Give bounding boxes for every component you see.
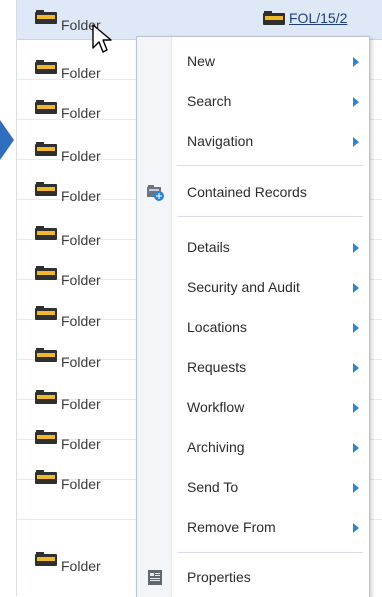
menu-item-locations[interactable]: Locations [137, 307, 369, 347]
table-row[interactable]: Folder FOL/15/2 [17, 0, 382, 40]
menu-item-security-and-audit[interactable]: Security and Audit [137, 267, 369, 307]
menu-item-send-to[interactable]: Send To [137, 467, 369, 507]
folder-icon [35, 226, 57, 240]
current-row-indicator-icon [0, 120, 14, 160]
menu-separator [177, 552, 363, 553]
submenu-arrow-icon [353, 243, 359, 253]
menu-item-contained-records[interactable]: Contained Records [137, 172, 369, 212]
menu-item-label: Archiving [187, 439, 245, 455]
submenu-arrow-icon [353, 137, 359, 147]
submenu-arrow-icon [353, 483, 359, 493]
submenu-arrow-icon [353, 97, 359, 107]
menu-item-navigation[interactable]: Navigation [137, 121, 369, 161]
menu-item-workflow[interactable]: Workflow [137, 387, 369, 427]
menu-item-label: Locations [187, 319, 247, 335]
folder-icon [35, 552, 57, 566]
menu-item-label: New [187, 53, 216, 69]
record-number-link[interactable]: FOL/15/2 [263, 10, 347, 26]
menu-item-search[interactable]: Search [137, 81, 369, 121]
folder-icon [35, 60, 57, 74]
menu-item-properties[interactable]: Properties [137, 557, 369, 597]
row-label: Folder [61, 105, 101, 121]
properties-icon [148, 570, 162, 585]
submenu-arrow-icon [353, 403, 359, 413]
submenu-arrow-icon [353, 523, 359, 533]
menu-item-label: Navigation [187, 133, 254, 149]
row-label: Folder [61, 558, 101, 574]
submenu-arrow-icon [353, 283, 359, 293]
folder-icon [35, 182, 57, 196]
folder-icon [35, 306, 57, 320]
submenu-arrow-icon [353, 57, 359, 67]
folder-icon [35, 100, 57, 114]
submenu-arrow-icon [353, 323, 359, 333]
row-label: Folder [61, 65, 101, 81]
menu-item-label: Properties [187, 569, 251, 585]
menu-separator [177, 216, 363, 217]
menu-item-label: Workflow [187, 399, 245, 415]
menu-item-label: Remove From [187, 519, 276, 535]
contained-records-icon [147, 185, 164, 201]
menu-item-details[interactable]: Details [137, 227, 369, 267]
context-menu: New Search Navigation Contained Records … [136, 36, 370, 597]
menu-item-label: Security and Audit [187, 279, 300, 295]
folder-icon [35, 10, 57, 24]
folder-icon [263, 11, 285, 25]
menu-item-remove-from[interactable]: Remove From [137, 507, 369, 547]
menu-item-label: Search [187, 93, 232, 109]
mouse-cursor-icon [92, 24, 112, 53]
folder-icon [35, 142, 57, 156]
menu-item-archiving[interactable]: Archiving [137, 427, 369, 467]
menu-item-label: Contained Records [187, 184, 307, 200]
submenu-arrow-icon [353, 363, 359, 373]
submenu-arrow-icon [353, 443, 359, 453]
menu-item-new[interactable]: New [137, 41, 369, 81]
menu-item-label: Send To [187, 479, 239, 495]
menu-item-label: Requests [187, 359, 247, 375]
folder-icon [35, 266, 57, 280]
menu-item-label: Details [187, 239, 230, 255]
menu-item-requests[interactable]: Requests [137, 347, 369, 387]
menu-separator [177, 165, 363, 166]
record-number: FOL/15/2 [289, 10, 348, 26]
